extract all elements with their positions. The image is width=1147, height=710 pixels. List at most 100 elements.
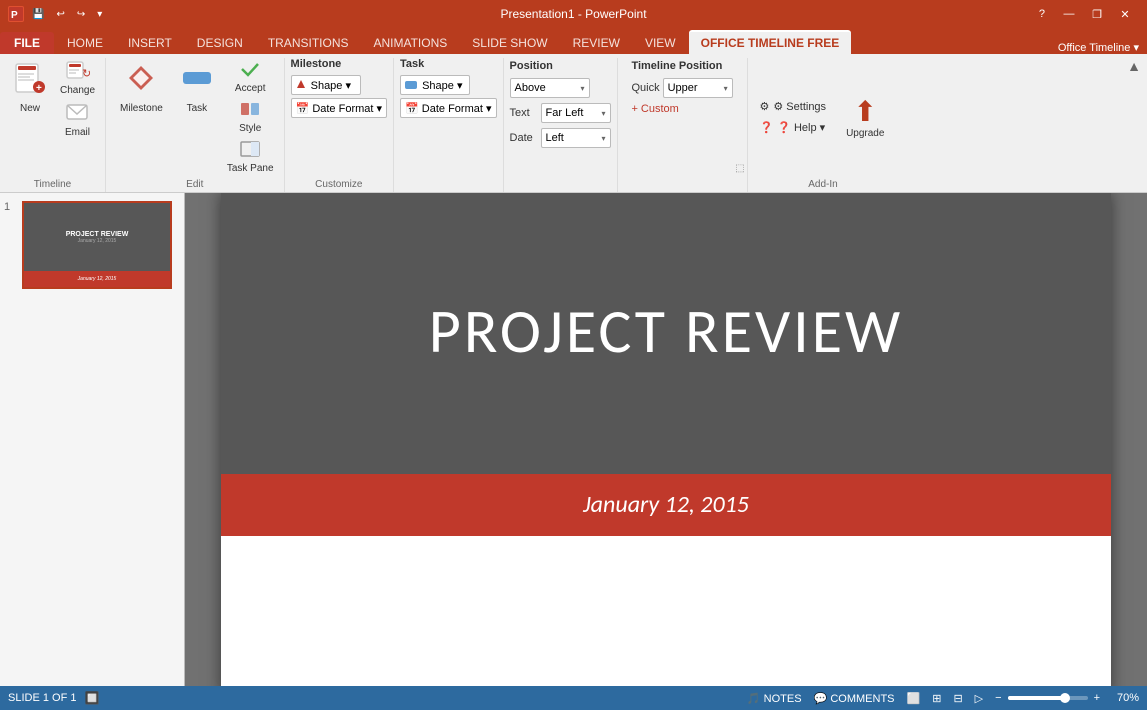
zoom-out-btn[interactable]: − (992, 692, 1004, 704)
position-date-row: Date Left ▾ (510, 127, 611, 149)
tab-office-timeline[interactable]: OFFICE TIMELINE FREE (689, 30, 852, 54)
slide-date: January 12, 2015 (583, 490, 749, 519)
app-title: Presentation1 - PowerPoint (500, 7, 646, 21)
view-normal-btn[interactable]: ⬜ (904, 692, 924, 705)
email-button[interactable]: Email (56, 100, 99, 140)
zoom-fill (1008, 696, 1064, 700)
thumb-content: PROJECT REVIEW January 12, 2015 (66, 231, 129, 244)
notes-icon: 🎵 (747, 693, 761, 705)
change-icon: ↻ (66, 60, 90, 85)
comments-button[interactable]: 💬 COMMENTS (811, 692, 898, 705)
ribbon-group-task-customize: Task Shape ▾ 📅 Date Format ▾ . (394, 58, 503, 192)
position-above-row: Above ▾ (510, 77, 590, 99)
title-bar-left: P 💾 ↩ ↪ ▾ (8, 6, 106, 22)
ribbon-tabs: FILE HOME INSERT DESIGN TRANSITIONS ANIM… (0, 28, 1147, 54)
zoom-track[interactable] (1008, 696, 1088, 700)
milestone-shape-label: Shape ▾ (296, 79, 351, 92)
date-label: Date (510, 132, 538, 144)
notes-button[interactable]: 🎵 NOTES (744, 692, 805, 705)
task-pane-button[interactable]: Task Pane (223, 138, 278, 176)
view-slideshow-btn[interactable]: ▷ (972, 692, 986, 705)
main-content: 1 PROJECT REVIEW January 12, 2015 Januar… (0, 193, 1147, 686)
slide-canvas-area[interactable]: PROJECT REVIEW January 12, 2015 (185, 193, 1147, 686)
slide-thumb-inner: PROJECT REVIEW January 12, 2015 January … (24, 203, 170, 287)
position-date-dropdown[interactable]: Left ▾ (541, 128, 611, 148)
style-button[interactable]: Style (223, 98, 278, 136)
position-above-dropdown[interactable]: Above ▾ (510, 78, 590, 98)
tab-insert[interactable]: INSERT (116, 32, 184, 54)
thumb-orange-bar: January 12, 2015 (24, 271, 170, 287)
restore-btn[interactable]: ❐ (1083, 0, 1111, 28)
thumb-date: January 12, 2015 (78, 276, 117, 282)
task-button[interactable]: Task (173, 58, 221, 118)
help-button[interactable]: ❓ ❓ Help ▾ (754, 119, 833, 136)
comments-icon: 💬 (814, 693, 828, 705)
milestone-shape-dropdown[interactable]: Shape ▾ (291, 75, 361, 95)
task-shape-dropdown[interactable]: Shape ▾ (400, 75, 470, 95)
task-button-label: Task (187, 103, 208, 114)
tab-slideshow[interactable]: SLIDE SHOW (460, 32, 559, 54)
task-section-title: Task (400, 58, 424, 70)
tab-view[interactable]: VIEW (633, 32, 688, 54)
task-shape-icon: Shape ▾ (405, 79, 462, 92)
custom-button[interactable]: + Custom (631, 103, 678, 115)
view-slide-btn[interactable]: ⊞ (929, 692, 944, 705)
ribbon-group-timeline-position: Timeline Position Quick Upper ▾ + Custom… (618, 58, 748, 192)
quick-upper-dropdown[interactable]: Upper ▾ (663, 78, 733, 98)
close-btn[interactable]: ✕ (1111, 0, 1139, 28)
quick-save-btn[interactable]: 💾 (28, 7, 48, 22)
task-dateformat-label: 📅 Date Format ▾ (405, 102, 491, 115)
thumb-gray-area: PROJECT REVIEW January 12, 2015 (24, 203, 170, 271)
settings-button[interactable]: ⚙ ⚙ Settings (754, 98, 833, 115)
tab-design[interactable]: DESIGN (185, 32, 255, 54)
edit-group-content: Milestone Task Accept (112, 58, 278, 176)
milestone-button-label: Milestone (120, 103, 163, 114)
task-pane-button-label: Task Pane (227, 163, 274, 174)
slide-thumbnail[interactable]: PROJECT REVIEW January 12, 2015 January … (22, 201, 172, 289)
ribbon-collapse-button[interactable]: ▲ (1127, 58, 1141, 74)
help-btn[interactable]: ? (1033, 6, 1051, 22)
new-button[interactable]: + New (6, 58, 54, 118)
milestone-button[interactable]: Milestone (112, 58, 171, 118)
window-controls: — ❐ ✕ (1055, 0, 1139, 28)
tab-review[interactable]: REVIEW (561, 32, 632, 54)
tab-transitions[interactable]: TRANSITIONS (256, 32, 361, 54)
accept-button[interactable]: Accept (223, 58, 278, 96)
app-icon: P (8, 6, 24, 22)
tab-home[interactable]: HOME (55, 32, 115, 54)
task-dateformat-dropdown[interactable]: 📅 Date Format ▾ (400, 98, 496, 118)
task-icon (181, 62, 213, 101)
more-qat-btn[interactable]: ▾ (93, 7, 106, 22)
ribbon-group-addon: ⚙ ⚙ Settings ❓ ❓ Help ▾ ⬆ Upgrade Add-In (748, 58, 899, 192)
milestone-dateformat-dropdown[interactable]: 📅 Date Format ▾ (291, 98, 387, 118)
status-bar: SLIDE 1 OF 1 🔲 🎵 NOTES 💬 COMMENTS ⬜ ⊞ ⊟ … (0, 686, 1147, 710)
zoom-in-btn[interactable]: + (1091, 692, 1103, 704)
title-bar: P 💾 ↩ ↪ ▾ Presentation1 - PowerPoint ? —… (0, 0, 1147, 28)
slide-canvas[interactable]: PROJECT REVIEW January 12, 2015 (221, 193, 1111, 686)
help-icon: ❓ (760, 121, 774, 134)
upgrade-button[interactable]: ⬆ Upgrade (838, 91, 892, 143)
zoom-slider[interactable]: − + (992, 692, 1103, 704)
customize-collapse-btn[interactable]: ⬚ (735, 163, 744, 174)
undo-btn[interactable]: ↩ (52, 7, 68, 22)
email-button-label: Email (65, 127, 90, 138)
position-text-dropdown[interactable]: Far Left ▾ (541, 103, 611, 123)
redo-btn[interactable]: ↪ (73, 7, 89, 22)
change-button[interactable]: ↻ Change (56, 58, 99, 98)
addon-group-label: Add-In (754, 176, 893, 192)
zoom-thumb[interactable] (1060, 693, 1070, 703)
custom-row: + Custom (631, 102, 678, 116)
email-icon (66, 102, 90, 127)
view-reading-btn[interactable]: ⊟ (950, 692, 965, 705)
context-tab-label[interactable]: Office Timeline ▾ (1058, 41, 1139, 54)
quick-label: Quick (631, 82, 659, 94)
minimize-btn[interactable]: — (1055, 0, 1083, 28)
tab-file[interactable]: FILE (0, 32, 54, 54)
zoom-percent[interactable]: 70% (1109, 692, 1139, 704)
slide-number: 1 (4, 201, 16, 213)
tab-animations[interactable]: ANIMATIONS (361, 32, 459, 54)
thumb-subtitle: January 12, 2015 (66, 238, 129, 244)
accessibility-icon[interactable]: 🔲 (84, 691, 99, 705)
ribbon-group-milestone-customize: Milestone Shape ▾ 📅 Date Format ▾ Custom… (285, 58, 394, 192)
new-icon: + (14, 62, 46, 101)
